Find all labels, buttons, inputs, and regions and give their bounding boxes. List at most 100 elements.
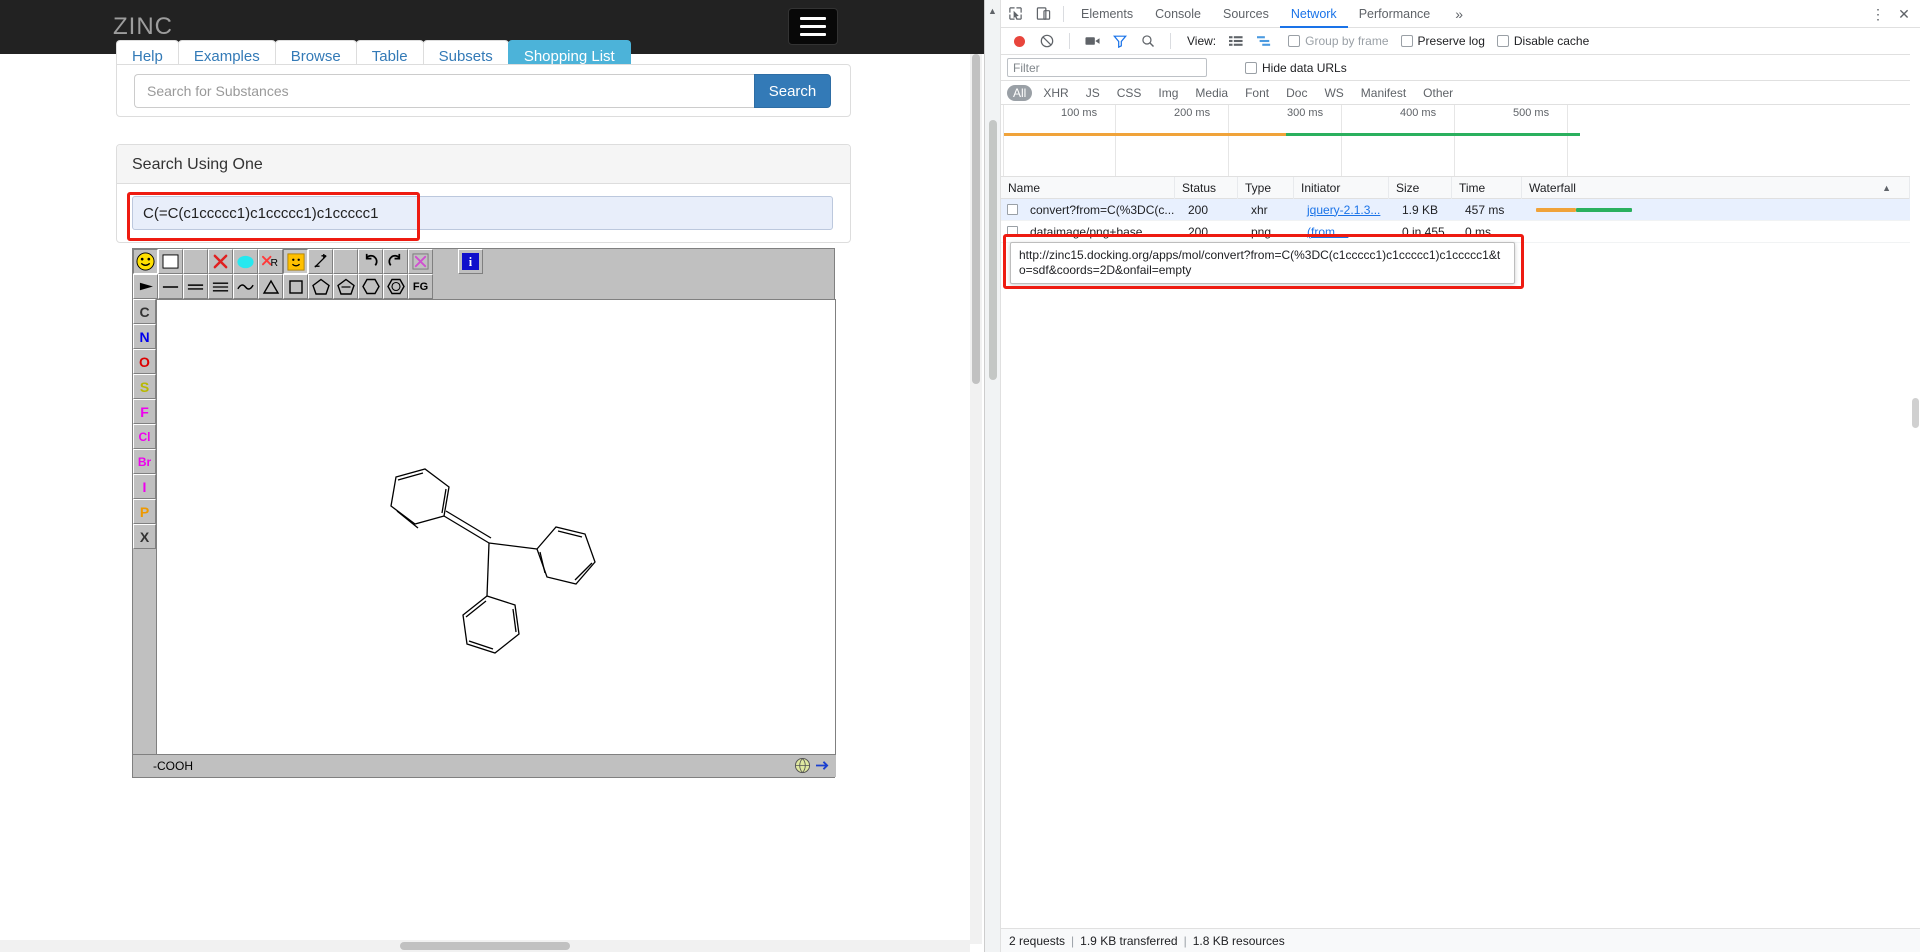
funnel-icon[interactable] [1108,30,1132,52]
reaction-r-icon[interactable]: R [258,249,283,274]
triple-bond-icon[interactable] [208,274,233,299]
ring-4-icon[interactable] [283,274,308,299]
ring-3-icon[interactable] [258,274,283,299]
devtools-vertical-scrollbar[interactable] [1910,28,1920,918]
hide-data-urls-checkbox[interactable] [1245,61,1257,74]
column-header-type[interactable]: Type [1238,176,1294,199]
camera-icon[interactable] [1080,30,1104,52]
waterfall-view-icon[interactable] [1252,30,1276,52]
page-vertical-scrollbar[interactable] [970,54,982,944]
scrollbar-thumb[interactable] [972,54,980,384]
group-by-frame-option[interactable]: Group by frame [1288,34,1389,48]
cell-name[interactable]: convert?from=C(%3DC(c... [1023,199,1181,221]
inspect-element-icon[interactable] [1001,1,1029,27]
ring-5-icon[interactable] [308,274,333,299]
cell-initiator[interactable]: jquery-2.1.3... [1300,199,1395,221]
column-header-time[interactable]: Time [1452,176,1522,199]
search-button[interactable]: Search [754,74,831,108]
column-header-name[interactable]: Name [1001,176,1175,199]
spacer-button-2[interactable] [333,249,358,274]
smiles-input[interactable] [132,196,833,230]
preserve-log-option[interactable]: Preserve log [1400,34,1485,48]
type-filter-doc[interactable]: Doc [1280,85,1313,101]
info-icon[interactable]: i [458,249,483,274]
table-row[interactable]: convert?from=C(%3DC(c... 200 xhr jquery-… [1001,199,1920,221]
splitter-scroll-thumb[interactable] [989,120,997,380]
type-filter-manifest[interactable]: Manifest [1355,85,1412,101]
column-header-status[interactable]: Status [1175,176,1238,199]
site-brand[interactable]: ZINC [113,13,173,41]
search-input[interactable] [134,74,754,108]
more-tabs-icon[interactable]: » [1447,6,1471,22]
type-filter-media[interactable]: Media [1189,85,1234,101]
devtools-splitter[interactable]: ▲ [985,0,1001,952]
type-filter-font[interactable]: Font [1239,85,1275,101]
preserve-log-checkbox[interactable] [1400,35,1413,47]
hamburger-icon[interactable] [788,8,838,45]
page-horizontal-scrollbar[interactable] [0,940,970,952]
cell-name[interactable]: dataimage/png+base... [1023,221,1181,243]
table-row[interactable]: dataimage/png+base... 200 png (from ... … [1001,221,1920,243]
palette-item-Cl[interactable]: Cl [133,424,156,449]
network-overview[interactable]: 100 ms 200 ms 300 ms 400 ms 500 ms [1001,105,1920,177]
device-toolbar-icon[interactable] [1029,1,1057,27]
redo-icon[interactable] [383,249,408,274]
clear-x-icon[interactable] [408,249,433,274]
palette-item-X[interactable]: X [133,524,156,549]
cell-initiator[interactable]: (from ... [1300,221,1395,243]
palette-item-S[interactable]: S [133,374,156,399]
tab-elements[interactable]: Elements [1070,0,1144,28]
spacer-button-1[interactable] [183,249,208,274]
search-icon[interactable] [1136,30,1160,52]
filter-input[interactable] [1007,58,1207,77]
stereo-wedge-icon[interactable] [133,274,158,299]
tab-network[interactable]: Network [1280,0,1348,28]
molecule-editor[interactable]: R i FG C N O S F Cl Br I P X -COOH [132,248,836,778]
palette-item-C[interactable]: C [133,299,156,324]
group-by-frame-checkbox[interactable] [1288,35,1301,47]
type-filter-img[interactable]: Img [1152,85,1184,101]
palette-item-P[interactable]: P [133,499,156,524]
type-filter-other[interactable]: Other [1417,85,1459,101]
disable-cache-checkbox[interactable] [1496,35,1509,47]
double-bond-icon[interactable] [183,274,208,299]
globe-icon[interactable] [794,757,811,774]
vertical-dots-icon[interactable]: ⋮ [1865,1,1891,27]
tab-performance[interactable]: Performance [1348,0,1442,28]
single-bond-icon[interactable] [158,274,183,299]
smiley-orange-icon[interactable] [283,249,308,274]
charge-plus-minus-icon[interactable] [308,249,333,274]
type-filter-js[interactable]: JS [1080,85,1106,101]
type-filter-all[interactable]: All [1007,84,1033,101]
record-icon[interactable] [1007,30,1031,52]
functional-group-icon[interactable]: FG [408,274,433,299]
column-header-initiator[interactable]: Initiator [1294,176,1389,199]
palette-item-O[interactable]: O [133,349,156,374]
close-icon[interactable]: ✕ [1891,1,1917,27]
column-header-waterfall[interactable]: Waterfall ▲ [1522,176,1910,199]
row-checkbox[interactable] [1007,204,1018,215]
disable-cache-option[interactable]: Disable cache [1496,34,1589,48]
clear-icon[interactable] [1035,30,1059,52]
palette-item-N[interactable]: N [133,324,156,349]
type-filter-ws[interactable]: WS [1318,85,1349,101]
arrow-right-icon[interactable] [815,759,830,772]
tab-sources[interactable]: Sources [1212,0,1280,28]
scrollbar-thumb[interactable] [400,942,570,950]
undo-icon[interactable] [358,249,383,274]
highlight-blob-icon[interactable] [233,249,258,274]
ring-6-icon[interactable] [358,274,383,299]
scrollbar-thumb[interactable] [1912,398,1919,428]
tab-console[interactable]: Console [1144,0,1212,28]
type-filter-xhr[interactable]: XHR [1037,85,1074,101]
hide-data-urls-option[interactable]: Hide data URLs [1245,61,1347,75]
delete-x-icon[interactable] [208,249,233,274]
furan-icon[interactable] [333,274,358,299]
palette-item-Br[interactable]: Br [133,449,156,474]
list-view-icon[interactable] [1224,30,1248,52]
palette-item-I[interactable]: I [133,474,156,499]
smiley-yellow-icon[interactable] [133,249,158,274]
type-filter-css[interactable]: CSS [1111,85,1148,101]
chain-icon[interactable] [233,274,258,299]
new-blank-icon[interactable] [158,249,183,274]
